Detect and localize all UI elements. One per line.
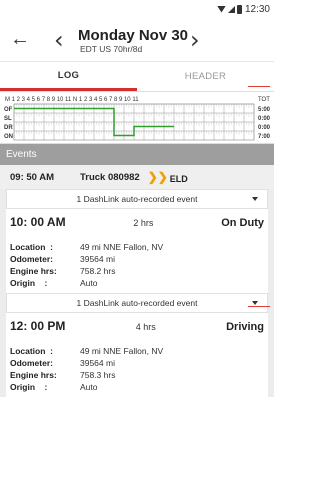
status-icons [216, 4, 242, 14]
row-label: ON [4, 134, 13, 140]
row-total: 0:00 [258, 125, 271, 131]
truck-event-time: 09: 50 AM [10, 171, 54, 183]
row-total: 0:00 [258, 116, 271, 122]
signal-icon [227, 5, 235, 13]
battery-icon [236, 4, 242, 14]
cycle-subtitle: EDT US 70hr/8d [80, 44, 143, 54]
event-duration: 2 hrs [133, 218, 154, 228]
truck-id: Truck 080982 [80, 171, 140, 183]
event-time: 12: 00 PM [10, 319, 66, 333]
event-list: 09: 50 AM Truck 080982 ❯❯ ELD 1 DashLink… [0, 165, 274, 397]
event-duration: 4 hrs [135, 322, 156, 332]
status-time: 12:30 [244, 3, 270, 15]
origin-label: Origin : [10, 278, 48, 288]
origin-value: Auto [80, 278, 98, 288]
event-details: Location : 49 mi NNE Fallon, NV Odometer:… [10, 335, 264, 393]
event-time: 10: 00 AM [10, 215, 66, 229]
tot-header: TOT [258, 97, 270, 103]
dashlink-label: 1 DashLink auto-recorded event [76, 194, 198, 204]
event-card[interactable]: 10: 00 AM 2 hrs On Duty Location : 49 mi … [6, 209, 268, 293]
location-label: Location : [10, 346, 53, 356]
event-card[interactable]: 12: 00 PM 4 hrs Driving Location : 49 mi … [6, 313, 268, 397]
wifi-icon [216, 5, 226, 13]
tab-bar: LOG HEADER [0, 62, 274, 92]
events-heading: Events [0, 144, 274, 165]
dashlink-dropdown[interactable]: 1 DashLink auto-recorded event [6, 189, 268, 209]
odometer-value: 39564 mi [80, 254, 115, 264]
status-bar: 12:30 [0, 0, 274, 18]
origin-label: Origin : [10, 382, 48, 392]
location-value: 49 mi NNE Fallon, NV [80, 242, 164, 252]
next-day-chevron-icon[interactable]: › [190, 26, 200, 54]
row-label: DR [4, 125, 13, 131]
odometer-value: 39564 mi [80, 358, 115, 368]
eld-indicator: ❯❯ ELD [148, 170, 188, 184]
back-arrow-icon[interactable]: ← [10, 28, 30, 51]
eld-signal-icon: ❯❯ [147, 170, 168, 184]
odometer-label: Odometer: [10, 254, 53, 264]
odometer-label: Odometer: [10, 358, 53, 368]
row-label: SL [4, 116, 12, 122]
engine-value: 758.2 hrs [80, 266, 116, 276]
eld-label: ELD [169, 174, 188, 184]
dropdown-caret-icon [252, 301, 258, 305]
event-status: On Duty [221, 217, 264, 229]
dashlink-label: 1 DashLink auto-recorded event [76, 298, 198, 308]
red-marker [248, 86, 270, 87]
origin-value: Auto [80, 382, 98, 392]
engine-label: Engine hrs: [10, 370, 57, 380]
log-grid: M 1 2 3 4 5 6 7 8 9 10 11 N 1 2 3 4 5 6 … [0, 92, 274, 144]
hours-header: M 1 2 3 4 5 6 7 8 9 10 11 N 1 2 3 4 5 6 … [5, 97, 139, 103]
dropdown-caret-icon [252, 197, 258, 201]
red-marker [248, 306, 270, 307]
event-status: Driving [226, 321, 264, 333]
previous-day-chevron-icon[interactable]: ‹ [54, 26, 64, 54]
date-title: Monday Nov 30 [78, 27, 189, 44]
event-details: Location : 49 mi NNE Fallon, NV Odometer:… [10, 231, 264, 289]
row-label: OF [4, 107, 13, 113]
dashlink-dropdown[interactable]: 1 DashLink auto-recorded event [6, 293, 268, 313]
date-header: ← ‹ Monday Nov 30 EDT US 70hr/8d › [0, 18, 274, 62]
log-grid-graph: M 1 2 3 4 5 6 7 8 9 10 11 N 1 2 3 4 5 6 … [4, 97, 271, 141]
row-total: 7:00 [258, 134, 271, 140]
location-label: Location : [10, 242, 53, 252]
row-total: 5:00 [258, 107, 271, 113]
tab-log[interactable]: LOG [0, 62, 137, 91]
engine-label: Engine hrs: [10, 266, 57, 276]
engine-value: 758.3 hrs [80, 370, 116, 380]
truck-event-row[interactable]: 09: 50 AM Truck 080982 ❯❯ ELD [0, 165, 274, 189]
location-value: 49 mi NNE Fallon, NV [80, 346, 164, 356]
